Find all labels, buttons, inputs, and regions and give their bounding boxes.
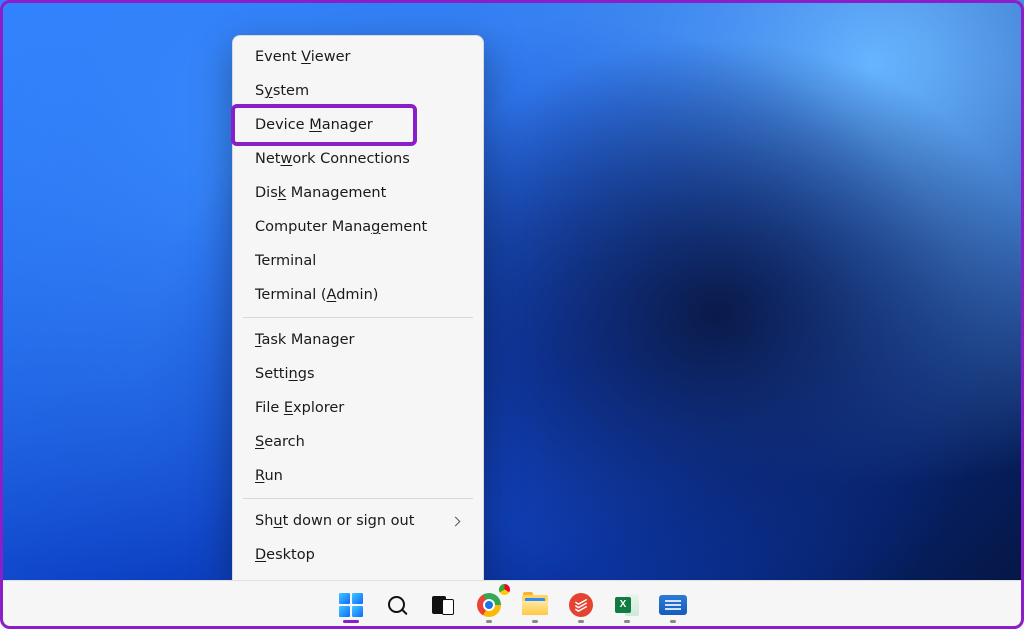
menu-item-label: System	[255, 83, 309, 99]
taskbar-todoist-button[interactable]	[561, 585, 601, 625]
submenu-chevron-icon	[451, 516, 461, 526]
menu-item-label: Device Manager	[255, 117, 373, 133]
desktop-wallpaper	[0, 0, 1024, 629]
taskbar-file-explorer-button[interactable]	[515, 585, 555, 625]
menu-item-desktop[interactable]: Desktop	[237, 538, 479, 572]
menu-item-label: Desktop	[255, 547, 315, 563]
menu-item-label: Task Manager	[255, 332, 354, 348]
windows-logo-icon	[339, 593, 363, 617]
menu-item-shut-down-or-sign-out[interactable]: Shut down or sign out	[237, 504, 479, 538]
menu-item-label: Event Viewer	[255, 49, 350, 65]
taskbar-search-button[interactable]	[377, 585, 417, 625]
winx-power-menu: Event Viewer System Device Manager Network …	[232, 35, 484, 581]
search-icon	[387, 595, 407, 615]
taskbar-word-button[interactable]	[653, 585, 693, 625]
menu-item-terminal-admin[interactable]: Terminal (Admin)	[237, 278, 479, 312]
todoist-icon	[569, 593, 593, 617]
menu-item-computer-management[interactable]: Computer Management	[237, 210, 479, 244]
menu-item-label: Settings	[255, 366, 315, 382]
chrome-icon	[477, 593, 501, 617]
taskview-icon	[432, 596, 454, 614]
taskbar-excel-button[interactable]: X	[607, 585, 647, 625]
menu-item-label: Search	[255, 434, 305, 450]
taskbar-chrome-button[interactable]	[469, 585, 509, 625]
taskbar-start-button[interactable]	[331, 585, 371, 625]
menu-item-settings[interactable]: Settings	[237, 357, 479, 391]
word-icon	[659, 595, 687, 615]
menu-item-label: Terminal	[255, 253, 316, 269]
menu-item-event-viewer[interactable]: Event Viewer	[237, 40, 479, 74]
menu-item-label: Network Connections	[255, 151, 410, 167]
menu-item-device-manager[interactable]: Device Manager	[237, 108, 479, 142]
menu-item-label: Terminal (Admin)	[255, 287, 378, 303]
taskbar-taskview-button[interactable]	[423, 585, 463, 625]
menu-item-task-manager[interactable]: Task Manager	[237, 323, 479, 357]
menu-item-label: Shut down or sign out	[255, 513, 414, 529]
menu-item-network-connections[interactable]: Network Connections	[237, 142, 479, 176]
menu-item-terminal[interactable]: Terminal	[237, 244, 479, 278]
menu-item-system[interactable]: System	[237, 74, 479, 108]
excel-icon: X	[615, 594, 639, 616]
menu-item-label: Computer Management	[255, 219, 427, 235]
menu-item-label: Run	[255, 468, 283, 484]
menu-item-file-explorer[interactable]: File Explorer	[237, 391, 479, 425]
menu-item-search[interactable]: Search	[237, 425, 479, 459]
taskbar: X	[0, 580, 1024, 629]
chrome-profile-badge-icon	[499, 584, 510, 595]
menu-separator	[243, 317, 473, 318]
menu-item-label: File Explorer	[255, 400, 344, 416]
menu-separator	[243, 498, 473, 499]
file-explorer-icon	[522, 595, 548, 615]
menu-item-run[interactable]: Run	[237, 459, 479, 493]
menu-item-disk-management[interactable]: Disk Management	[237, 176, 479, 210]
menu-item-label: Disk Management	[255, 185, 386, 201]
